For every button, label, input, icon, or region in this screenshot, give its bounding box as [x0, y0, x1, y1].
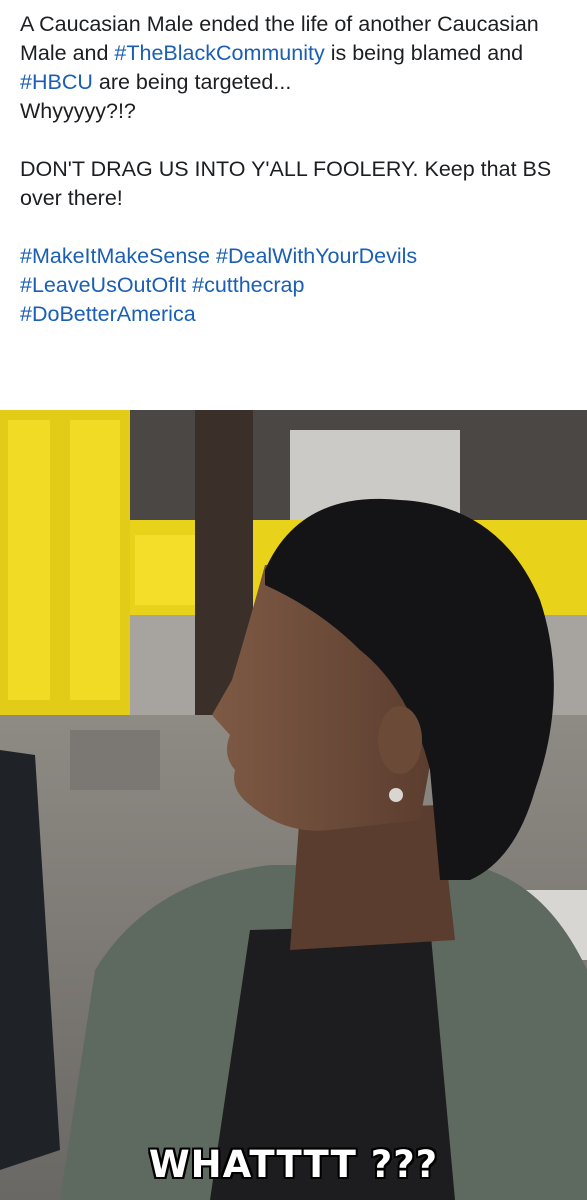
gif-caption: WHATTTT ???	[148, 1143, 439, 1186]
post-paragraph-2: DON'T DRAG US INTO Y'ALL FOOLERY. Keep t…	[20, 157, 552, 210]
ear	[378, 706, 422, 774]
hashtag-leave-us-out-of-it[interactable]: #LeaveUsOutOfIt	[20, 273, 186, 297]
hashtag-line-2: #LeaveUsOutOfIt #cutthecrap	[20, 271, 575, 300]
media-scene	[0, 410, 587, 1200]
post-hashtags: #MakeItMakeSense #DealWithYourDevils #Le…	[20, 242, 575, 329]
post-media-gif[interactable]: WHATTTT ???	[0, 410, 587, 1200]
earring	[389, 788, 403, 802]
hashtag-line-1: #MakeItMakeSense #DealWithYourDevils	[20, 242, 575, 271]
yellow-panel-2	[70, 420, 120, 700]
post-line-1-mid: is being blamed and	[324, 41, 524, 65]
hashtag-black-community[interactable]: #TheBlackCommunity	[114, 41, 324, 65]
post-paragraph-1: A Caucasian Male ended the life of anoth…	[20, 10, 575, 126]
post-line-1-post: are being targeted...	[92, 70, 292, 94]
hashtag-deal-with-your-devils[interactable]: #DealWithYourDevils	[216, 244, 417, 268]
post-text: A Caucasian Male ended the life of anoth…	[20, 10, 575, 329]
post-why: Whyyyyy?!?	[20, 99, 136, 123]
hashtag-make-it-make-sense[interactable]: #MakeItMakeSense	[20, 244, 210, 268]
yellow-panel-1	[8, 420, 50, 700]
pavement-slab	[70, 730, 160, 790]
hashtag-line-3: #DoBetterAmerica	[20, 300, 575, 329]
hashtag-cut-the-crap[interactable]: #cutthecrap	[192, 273, 304, 297]
hashtag-hbcu[interactable]: #HBCU	[20, 70, 93, 94]
hashtag-do-better-america[interactable]: #DoBetterAmerica	[20, 302, 196, 326]
